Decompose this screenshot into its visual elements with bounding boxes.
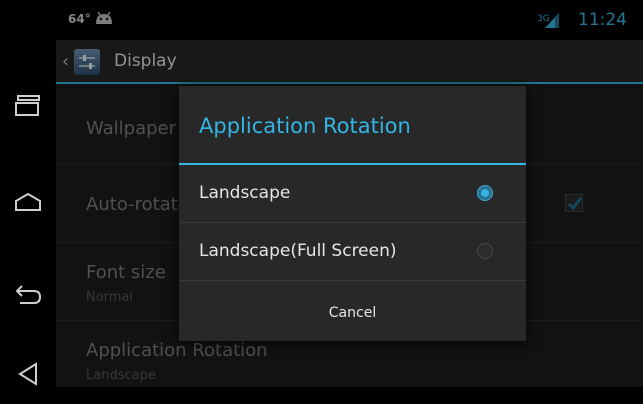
back-button[interactable]	[0, 264, 56, 324]
menu-button[interactable]	[0, 344, 56, 404]
menu-triangle-icon	[18, 362, 37, 386]
radio-unselected-icon[interactable]	[477, 243, 493, 259]
home-button[interactable]	[0, 172, 56, 232]
recent-apps-button[interactable]	[0, 76, 56, 136]
option-landscape[interactable]: Landscape	[179, 165, 526, 223]
radio-selected-icon[interactable]	[477, 185, 493, 201]
home-icon	[15, 192, 41, 211]
cancel-button[interactable]: Cancel	[179, 284, 526, 341]
recent-apps-icon	[15, 95, 40, 116]
application-rotation-dialog: Application Rotation Landscape Landscape…	[179, 86, 526, 341]
option-landscape-full-screen[interactable]: Landscape(Full Screen)	[179, 223, 526, 281]
dialog-title: Application Rotation	[199, 114, 411, 138]
back-arrow-icon	[15, 285, 42, 304]
option-label: Landscape(Full Screen)	[199, 241, 397, 261]
option-label: Landscape	[199, 183, 291, 203]
navigation-bar	[0, 0, 56, 387]
